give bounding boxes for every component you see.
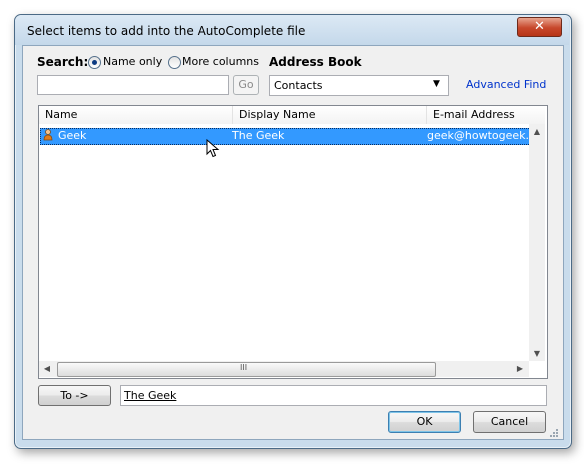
search-label: Search: <box>37 55 89 69</box>
vertical-scrollbar[interactable]: ▲ ▼ <box>529 124 545 361</box>
contacts-list[interactable] <box>38 105 548 379</box>
horizontal-scroll-thumb[interactable]: III <box>57 362 436 377</box>
to-button[interactable]: To -> <box>38 385 111 406</box>
scroll-right-icon[interactable]: ▶ <box>514 364 526 373</box>
scroll-down-icon[interactable]: ▼ <box>529 349 545 358</box>
address-book-value: Contacts <box>274 79 323 92</box>
chevron-down-icon: ▼ <box>433 79 440 89</box>
horizontal-scrollbar[interactable]: ◀ III ▶ <box>39 361 529 377</box>
resize-grip-icon[interactable] <box>548 427 558 437</box>
to-field[interactable]: The Geek <box>120 385 547 406</box>
more-columns-label[interactable]: More columns <box>182 55 259 68</box>
address-book-label: Address Book <box>269 55 362 69</box>
column-header-display-name[interactable]: Display Name <box>233 106 427 124</box>
to-field-value: The Geek <box>124 389 177 402</box>
row-name: Geek <box>58 129 87 142</box>
search-input[interactable] <box>37 75 229 95</box>
scroll-left-icon[interactable]: ◀ <box>41 364 53 373</box>
window-title: Select items to add into the AutoComplet… <box>27 24 306 38</box>
close-button[interactable]: ✕ <box>517 17 562 37</box>
close-icon: ✕ <box>534 19 545 34</box>
go-button[interactable]: Go <box>233 75 259 95</box>
advanced-find-link[interactable]: Advanced Find <box>466 78 546 91</box>
scroll-up-icon[interactable]: ▲ <box>529 127 545 136</box>
mouse-cursor-icon <box>206 138 222 159</box>
column-header-name[interactable]: Name <box>39 106 233 124</box>
radio-selected-dot <box>92 60 97 65</box>
ok-button[interactable]: OK <box>388 411 461 433</box>
name-only-radio[interactable] <box>88 56 101 69</box>
row-display-name: The Geek <box>232 129 285 142</box>
row-email: geek@howtogeek.co <box>427 129 528 142</box>
name-only-label[interactable]: Name only <box>103 55 162 68</box>
column-header-email[interactable]: E-mail Address <box>427 106 545 124</box>
scroll-grip-icon: III <box>240 363 248 372</box>
contact-icon <box>43 129 53 141</box>
address-book-select[interactable]: Contacts ▼ <box>269 75 449 96</box>
more-columns-radio[interactable] <box>168 56 181 69</box>
cancel-button[interactable]: Cancel <box>473 411 546 433</box>
